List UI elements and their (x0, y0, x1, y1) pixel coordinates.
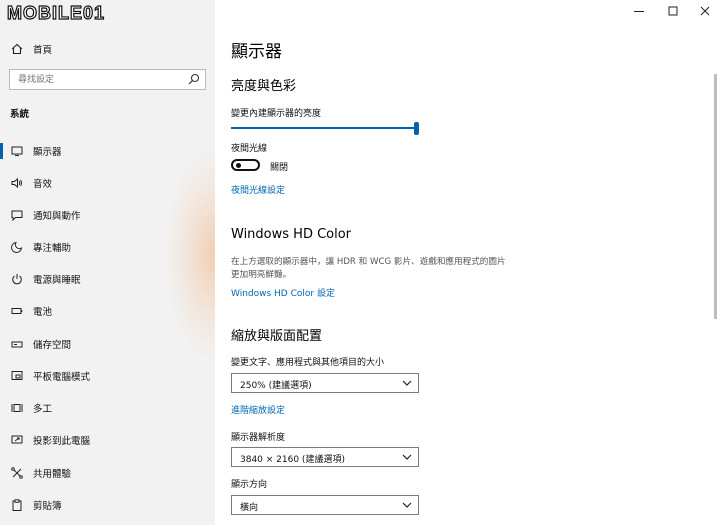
scale-value: 250% (建議選項) (240, 381, 312, 391)
sidebar-item-label: 投影到此電腦 (33, 436, 91, 447)
project-icon (10, 433, 24, 447)
maximize-icon (668, 6, 678, 16)
sidebar-item-storage[interactable]: 儲存空間 (0, 332, 215, 356)
monitor-icon (10, 144, 24, 158)
orientation-label: 顯示方向 (231, 480, 268, 490)
night-light-settings-link[interactable]: 夜間光線設定 (231, 183, 285, 196)
scale-layout-heading: 縮放與版面配置 (231, 329, 323, 344)
home-nav[interactable]: 首頁 (0, 38, 215, 60)
night-light-state: 關閉 (270, 163, 289, 173)
search-input[interactable] (10, 70, 190, 89)
hdr-description-line: 在上方選取的顯示器中，讓 HDR 和 WCG 影片、遊戲和應用程式的圖片 (231, 257, 506, 267)
sidebar-item-label: 多工 (33, 404, 53, 415)
hdr-description: 在上方選取的顯示器中，讓 HDR 和 WCG 影片、遊戲和應用程式的圖片 更加明… (231, 256, 541, 282)
sidebar-item-display[interactable]: 顯示器 (0, 139, 215, 163)
orientation-dropdown[interactable]: 橫向 (231, 495, 419, 515)
brightness-heading: 亮度與色彩 (231, 79, 297, 94)
system-heading: 系統 (10, 109, 30, 120)
sidebar-item-notifications[interactable]: 通知與動作 (0, 203, 215, 227)
sidebar-item-tablet-mode[interactable]: 平板電腦模式 (0, 364, 215, 388)
sidebar-item-label: 電源與睡眠 (33, 275, 81, 286)
tablet-mode-icon (10, 369, 24, 383)
hdr-settings-link[interactable]: Windows HD Color 設定 (231, 286, 335, 299)
sidebar-item-label: 儲存空間 (33, 340, 72, 351)
night-light-label: 夜間光線 (231, 144, 268, 154)
scrollbar[interactable] (714, 74, 717, 319)
sidebar-item-sound[interactable]: 音效 (0, 171, 215, 195)
sidebar-item-label: 電池 (33, 307, 53, 318)
orientation-value: 橫向 (240, 503, 259, 513)
home-label: 首頁 (33, 45, 53, 56)
multitask-icon (10, 401, 24, 415)
sidebar-item-label: 平板電腦模式 (33, 372, 91, 383)
chevron-down-icon (402, 454, 412, 460)
sidebar-item-label: 顯示器 (33, 147, 62, 158)
home-icon (10, 42, 24, 56)
close-button[interactable] (692, 2, 718, 20)
chevron-down-icon (402, 380, 412, 386)
chevron-down-icon (402, 502, 412, 508)
search-icon[interactable] (188, 73, 200, 85)
battery-icon (10, 304, 24, 318)
clipboard-icon (10, 498, 24, 512)
hdr-description-line: 更加明亮鮮豔。 (231, 270, 292, 280)
mobile01-logo: MOBILE01 (6, 2, 105, 23)
sidebar-item-power[interactable]: 電源與睡眠 (0, 267, 215, 291)
storage-icon (10, 337, 24, 351)
slider-track (231, 127, 416, 129)
sidebar-item-label: 共用體驗 (33, 469, 72, 480)
resolution-dropdown[interactable]: 3840 × 2160 (建議選項) (231, 447, 419, 467)
power-icon (10, 272, 24, 286)
sidebar-item-project-to-pc[interactable]: 投影到此電腦 (0, 428, 215, 452)
sidebar-item-multitasking[interactable]: 多工 (0, 396, 215, 420)
slider-thumb[interactable] (414, 122, 419, 135)
sidebar-item-shared-experiences[interactable]: 共用體驗 (0, 461, 215, 485)
resolution-value: 3840 × 2160 (建議選項) (240, 455, 345, 465)
toggle-knob (236, 163, 241, 168)
brightness-slider[interactable] (231, 122, 419, 135)
minimize-icon (634, 11, 644, 12)
close-icon (700, 6, 710, 16)
scale-label: 變更文字、應用程式與其他項目的大小 (231, 358, 385, 368)
sidebar-item-label: 剪貼簿 (33, 501, 62, 512)
shared-experience-icon (10, 466, 24, 480)
sidebar-item-battery[interactable]: 電池 (0, 299, 215, 323)
search-box[interactable] (9, 69, 206, 90)
maximize-button[interactable] (660, 2, 686, 20)
sidebar-item-clipboard[interactable]: 剪貼簿 (0, 493, 215, 517)
svg-text:MOBILE01: MOBILE01 (7, 3, 105, 23)
sidebar: MOBILE01 首頁 系統 顯示器 音效 通知與動作 專注輔助 電源與睡眠 電… (0, 0, 215, 525)
minimize-button[interactable] (626, 2, 652, 20)
speaker-icon (10, 176, 24, 190)
scale-dropdown[interactable]: 250% (建議選項) (231, 373, 419, 393)
sidebar-item-label: 音效 (33, 179, 53, 190)
resolution-label: 顯示器解析度 (231, 433, 286, 443)
sidebar-item-focus-assist[interactable]: 專注輔助 (0, 235, 215, 259)
notification-icon (10, 208, 24, 222)
night-light-toggle[interactable] (231, 159, 260, 171)
moon-icon (10, 240, 24, 254)
hdr-heading: Windows HD Color (231, 227, 352, 242)
page-title: 顯示器 (231, 42, 282, 62)
advanced-scaling-link[interactable]: 進階縮放設定 (231, 403, 285, 416)
sidebar-item-label: 通知與動作 (33, 211, 81, 222)
brightness-slider-label: 變更內建顯示器的亮度 (231, 109, 322, 119)
sidebar-item-label: 專注輔助 (33, 243, 72, 254)
